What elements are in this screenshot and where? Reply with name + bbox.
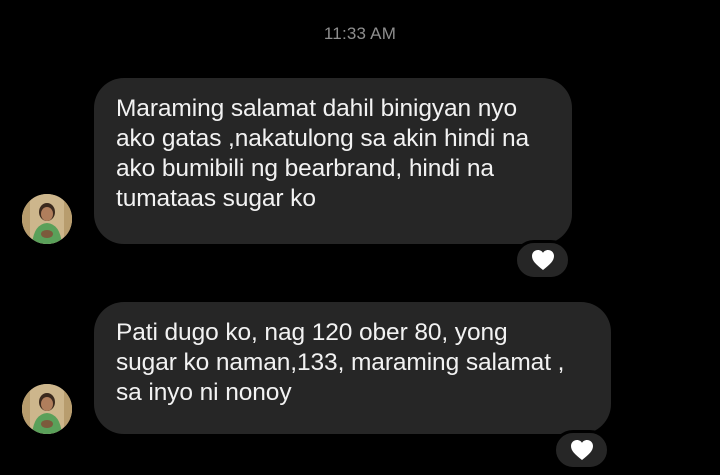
message-bubble[interactable]: Maraming salamat dahil binigyan nyo ako … [94,78,572,244]
avatar-photo [22,384,72,434]
avatar-photo [22,194,72,244]
message-timestamp: 11:33 AM [323,24,397,43]
heart-icon [570,440,593,460]
sender-avatar[interactable] [22,384,72,434]
message-reaction[interactable] [553,430,610,470]
heart-icon [531,250,554,270]
message-reaction[interactable] [514,240,571,280]
message-bubble[interactable]: Pati dugo ko, nag 120 ober 80, yong suga… [94,302,611,434]
sender-avatar[interactable] [22,194,72,244]
